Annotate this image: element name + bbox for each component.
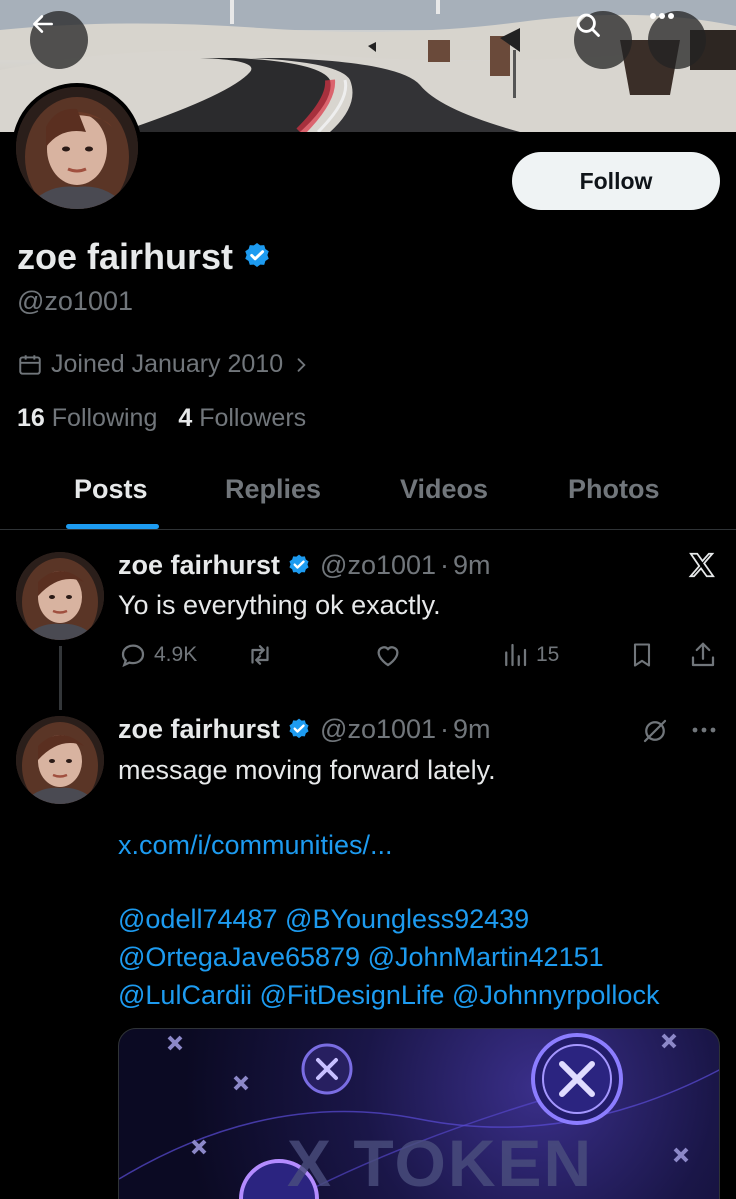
chevron-right-icon — [297, 357, 306, 372]
post-author-name[interactable]: zoe fairhurst — [118, 550, 280, 581]
joined-text: Joined January 2010 — [51, 350, 284, 378]
joined-date[interactable]: Joined January 2010 — [17, 350, 311, 379]
follow-stats: 16 Following 4 Followers — [17, 404, 306, 433]
like-icon — [377, 646, 399, 667]
reply-icon — [121, 644, 145, 668]
verified-badge-icon — [289, 554, 309, 574]
tab-photos[interactable]: Photos — [568, 474, 660, 505]
profile-handle: @zo1001 — [17, 286, 133, 316]
calendar-icon — [19, 354, 41, 375]
search-icon — [576, 13, 600, 37]
back-button[interactable] — [30, 11, 88, 69]
share-icon — [691, 642, 715, 667]
card-title: X TOKEN — [287, 1126, 594, 1199]
community-link[interactable]: x.com/i/communities/... — [118, 830, 393, 861]
repost-button[interactable] — [244, 640, 282, 670]
reply-button[interactable]: 4.9K — [118, 640, 197, 670]
post-time[interactable]: 9m — [453, 714, 491, 745]
post-text: message moving forward lately. — [118, 755, 496, 785]
search-button[interactable] — [574, 11, 632, 69]
verified-badge-icon[interactable] — [241, 241, 273, 273]
profile-display-name: zoe fairhurst — [17, 236, 273, 278]
active-tab-indicator — [66, 524, 159, 529]
share-button[interactable] — [688, 640, 724, 670]
views-button[interactable]: 15 — [500, 640, 559, 670]
mentions-line[interactable]: @LulCardii @FitDesignLife @Johnnyrpolloc… — [118, 980, 659, 1011]
x-logo-icon — [688, 552, 715, 578]
post-header: zoe fairhurst @zo1001 · 9m — [118, 550, 491, 581]
post-avatar[interactable] — [16, 716, 104, 804]
repost-icon — [251, 645, 269, 665]
verified-badge-icon — [289, 718, 309, 738]
post-text: Yo is everything ok exactly. — [118, 590, 441, 620]
post-author-name[interactable]: zoe fairhurst — [118, 714, 280, 745]
post-time[interactable]: 9m — [453, 550, 491, 581]
views-count: 15 — [536, 643, 560, 666]
grok-icon[interactable] — [640, 716, 670, 746]
tab-replies[interactable]: Replies — [225, 474, 321, 505]
post-author-handle[interactable]: @zo1001 — [320, 550, 436, 581]
mentions-line[interactable]: @odell74487 @BYoungless92439 — [118, 904, 529, 935]
profile-tabs: Posts Replies Videos Photos — [0, 466, 736, 530]
bookmark-button[interactable] — [628, 640, 662, 670]
tab-videos[interactable]: Videos — [400, 474, 488, 505]
back-arrow-icon — [33, 15, 53, 33]
following-link[interactable]: 16 Following — [17, 404, 157, 432]
more-options-button[interactable] — [648, 11, 706, 69]
display-name-text: zoe fairhurst — [17, 236, 234, 277]
bookmark-icon — [633, 643, 651, 667]
views-icon — [505, 643, 527, 667]
followers-link[interactable]: 4 Followers — [178, 404, 306, 432]
mentions-line[interactable]: @OrtegaJave65879 @JohnMartin42151 — [118, 942, 604, 973]
post-media-card[interactable]: X TOKEN — [118, 1028, 720, 1199]
more-icon[interactable] — [690, 724, 718, 736]
more-icon — [650, 13, 674, 19]
thread-connector — [59, 646, 62, 710]
profile-avatar[interactable] — [12, 83, 142, 213]
post-header: zoe fairhurst @zo1001 · 9m — [118, 714, 491, 745]
reply-count: 4.9K — [154, 643, 198, 666]
like-button[interactable] — [372, 640, 410, 670]
post-avatar[interactable] — [16, 552, 104, 640]
post-author-handle[interactable]: @zo1001 — [320, 714, 436, 745]
tab-posts[interactable]: Posts — [74, 474, 148, 505]
follow-button[interactable]: Follow — [512, 152, 720, 210]
